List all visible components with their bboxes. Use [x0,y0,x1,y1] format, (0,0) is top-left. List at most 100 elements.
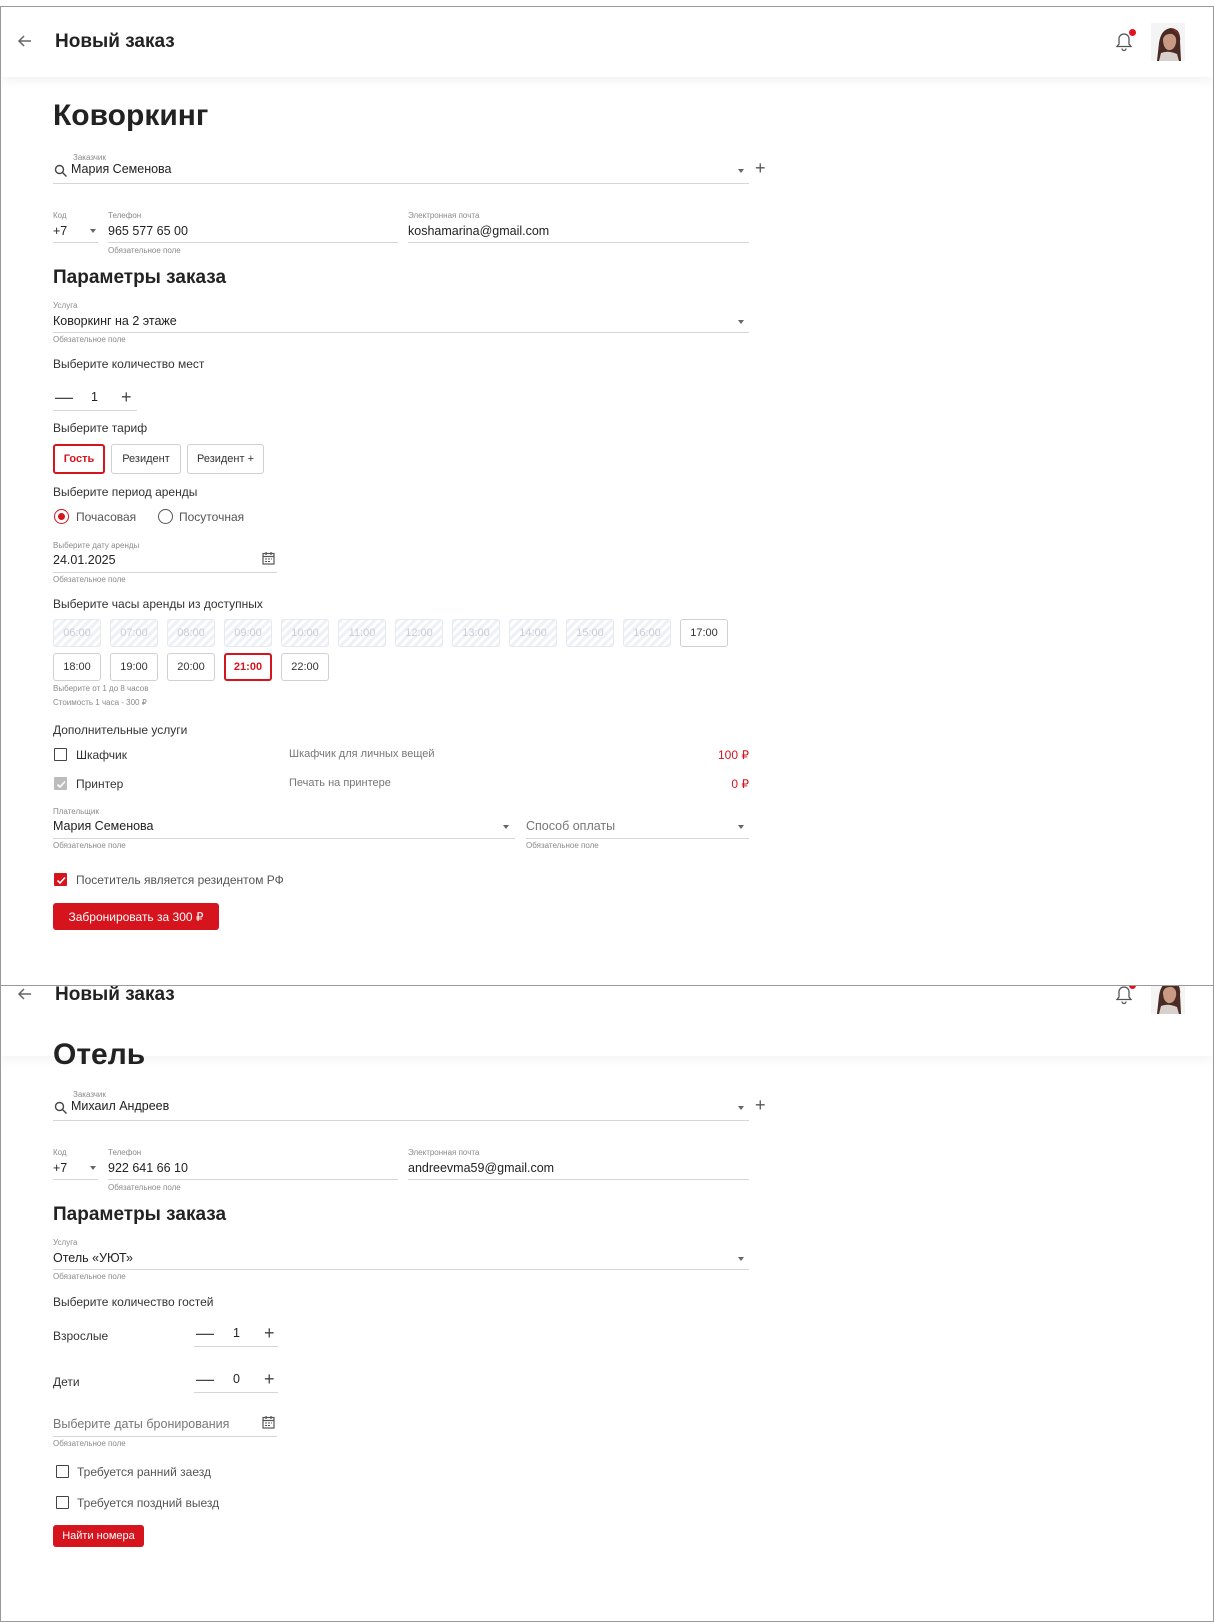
section-title-params: Параметры заказа [53,1204,227,1225]
email-underline [408,1179,749,1180]
hour-slot[interactable]: 20:00 [167,653,215,681]
late-checkout-label: Требуется поздний выезд [77,1496,220,1510]
date-hint: Обязательное поле [53,575,126,584]
back-arrow-icon[interactable] [15,985,35,1004]
book-button[interactable]: Забронировать за 300 ₽ [53,903,219,930]
add-customer-plus-icon[interactable]: + [755,159,766,177]
top-bar: Новый заказ [1,986,1213,1056]
tariff-resident-button[interactable]: Резидент [111,444,181,474]
customer-input[interactable]: Михаил Андреев [71,1099,169,1113]
minus-icon[interactable]: — [196,1370,214,1388]
extra-locker-price: 100 ₽ [718,748,749,762]
hour-slot: 14:00 [509,619,557,647]
children-label: Дети [53,1375,80,1389]
extra-locker-checkbox[interactable] [54,748,67,761]
phone-input[interactable]: 965 577 65 00 [108,224,188,238]
avatar[interactable] [1151,23,1185,61]
payer-underline [53,838,515,839]
minus-icon[interactable]: — [55,388,73,406]
phone-hint: Обязательное поле [108,246,181,255]
hour-slot[interactable]: 19:00 [110,653,158,681]
period-hourly-label: Почасовая [76,510,137,524]
hour-slot: 15:00 [566,619,614,647]
chevron-down-icon[interactable] [738,825,744,829]
resident-checkbox[interactable] [54,873,67,886]
extra-printer-price: 0 ₽ [731,777,749,791]
hour-slot: 08:00 [167,619,215,647]
period-daily-radio[interactable] [158,509,173,524]
hour-slot: 13:00 [452,619,500,647]
hours-hint-price: Стоимость 1 часа - 300 ₽ [53,698,147,707]
tariff-guest-button[interactable]: Гость [53,444,105,474]
tariff-resident-plus-button[interactable]: Резидент + [187,444,264,474]
phone-label: Телефон [108,211,142,220]
extra-printer-checkbox[interactable] [54,777,67,790]
hour-slot[interactable]: 18:00 [53,653,101,681]
email-label: Электронная почта [408,211,480,220]
early-checkin-label: Требуется ранний заезд [77,1465,211,1479]
period-daily-label: Посуточная [179,510,245,524]
hour-slot: 06:00 [53,619,101,647]
extras-label: Дополнительные услуги [53,723,188,737]
find-rooms-button[interactable]: Найти номера [53,1525,144,1547]
hour-slot: 09:00 [224,619,272,647]
service-select[interactable]: Коворкинг на 2 этаже [53,314,177,328]
page-title: Отель [53,1038,146,1071]
chevron-down-icon[interactable] [738,1106,744,1110]
hour-slot: 07:00 [110,619,158,647]
calendar-icon[interactable] [262,551,275,565]
late-checkout-checkbox[interactable] [56,1496,69,1509]
seats-label: Выберите количество мест [53,357,205,371]
code-select[interactable]: +7 [53,224,67,238]
hour-slot: 16:00 [623,619,671,647]
notification-dot [1129,29,1136,36]
search-icon [54,164,67,177]
adults-underline [194,1346,278,1347]
payment-underline [526,838,749,839]
page-header-title: Новый заказ [55,985,175,1005]
hour-slot[interactable]: 22:00 [281,653,329,681]
chevron-down-icon[interactable] [90,1166,96,1170]
hour-slot[interactable]: 17:00 [680,619,728,647]
minus-icon[interactable]: — [196,1324,214,1342]
calendar-icon[interactable] [262,1415,275,1429]
hours-label: Выберите часы аренды из доступных [53,597,263,611]
children-value: 0 [233,1372,240,1386]
email-input[interactable]: andreevma59@gmail.com [408,1161,554,1175]
phone-hint: Обязательное поле [108,1183,181,1192]
plus-icon[interactable]: + [121,388,132,406]
adults-value: 1 [233,1326,240,1340]
customer-underline [53,183,749,184]
plus-icon[interactable]: + [264,1324,275,1342]
email-input[interactable]: koshamarina@gmail.com [408,224,549,238]
period-hourly-radio[interactable] [54,509,69,524]
chevron-down-icon[interactable] [738,169,744,173]
early-checkin-checkbox[interactable] [56,1465,69,1478]
chevron-down-icon[interactable] [90,229,96,233]
extra-printer-name: Принтер [76,777,124,791]
add-customer-plus-icon[interactable]: + [755,1096,766,1114]
code-select[interactable]: +7 [53,1161,67,1175]
service-underline [53,1269,749,1270]
hour-slot-selected[interactable]: 21:00 [224,653,272,681]
payment-method-select[interactable]: Способ оплаты [526,819,615,833]
booking-dates-input[interactable]: Выберите даты бронирования [53,1417,229,1431]
hours-hint-range: Выберите от 1 до 8 часов [53,684,149,693]
plus-icon[interactable]: + [264,1370,275,1388]
chevron-down-icon[interactable] [738,1257,744,1261]
phone-underline [108,242,398,243]
service-select[interactable]: Отель «УЮТ» [53,1251,133,1265]
hotel-screen: Новый заказ Отель Заказчик Михаил Андрее… [0,985,1214,1622]
customer-input[interactable]: Мария Семенова [71,162,172,176]
phone-input[interactable]: 922 641 66 10 [108,1161,188,1175]
chevron-down-icon[interactable] [738,320,744,324]
date-input[interactable]: 24.01.2025 [53,553,116,567]
period-label: Выберите период аренды [53,485,198,499]
back-arrow-icon[interactable] [15,31,35,51]
chevron-down-icon[interactable] [503,825,509,829]
service-hint: Обязательное поле [53,1272,126,1281]
avatar[interactable] [1151,985,1185,1014]
payer-select[interactable]: Мария Семенова [53,819,154,833]
date-underline [53,572,277,573]
page-header-title: Новый заказ [55,31,175,52]
